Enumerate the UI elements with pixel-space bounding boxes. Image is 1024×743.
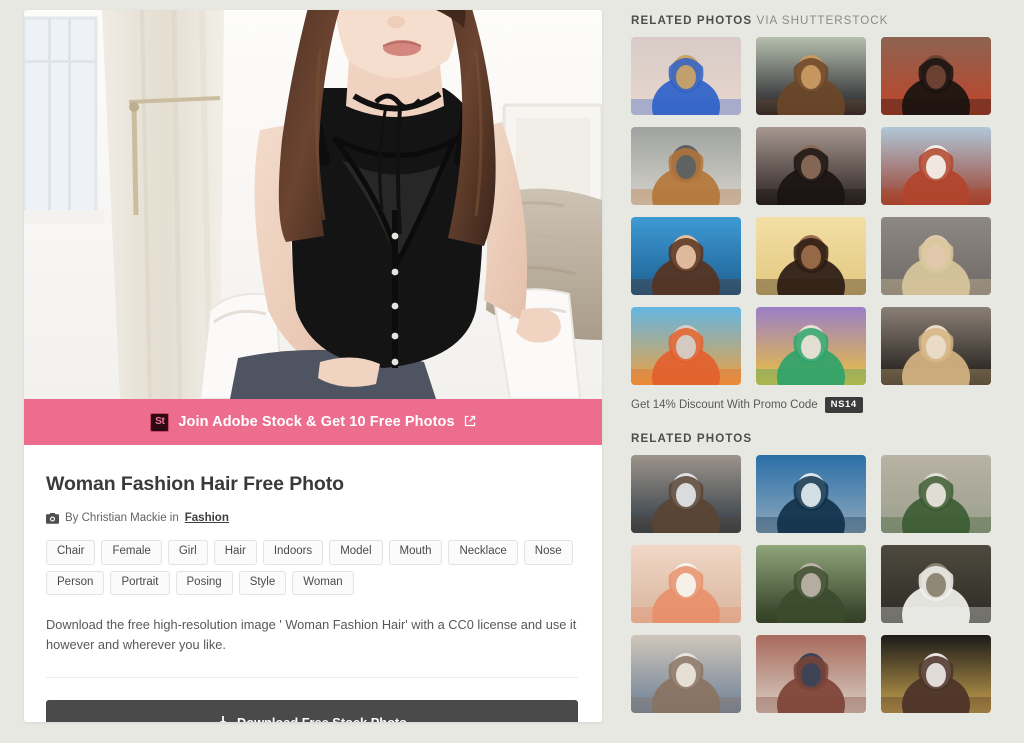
section-divider xyxy=(46,676,578,678)
thumb-blonde-blue-beret-sunglasses[interactable] xyxy=(631,37,741,115)
photo-detail-body: Woman Fashion Hair Free Photo By Christi… xyxy=(24,445,602,722)
thumb-child-sleeping-in-bed-image xyxy=(631,634,741,713)
thumb-afro-woman-black-top-image xyxy=(756,127,866,205)
tag-indoors[interactable]: Indoors xyxy=(262,540,324,565)
download-button-label: Download Free Stock Photo xyxy=(237,715,407,722)
thumb-coffee-cup-by-window-image xyxy=(631,544,741,623)
thumb-woman-on-porch-stairs[interactable] xyxy=(881,454,991,533)
thumb-woman-sitting-park-path-image xyxy=(756,544,866,623)
tag-person[interactable]: Person xyxy=(46,570,105,595)
thumb-woman-on-porch-stairs-image xyxy=(881,454,991,533)
camera-icon xyxy=(46,512,59,524)
hero-photo-illustration xyxy=(24,10,602,399)
tag-portrait[interactable]: Portrait xyxy=(110,570,170,595)
promo-code-badge[interactable]: NS14 xyxy=(824,397,863,413)
thumb-white-egret-on-branch-image xyxy=(881,544,991,623)
tag-posing[interactable]: Posing xyxy=(175,570,233,595)
download-icon xyxy=(217,715,229,722)
photo-description: Download the free high-resolution image … xyxy=(46,617,577,652)
thumb-brunette-blue-background[interactable] xyxy=(631,217,741,295)
related-thumb-grid xyxy=(631,454,1001,713)
thumb-three-women-purple-bg[interactable] xyxy=(756,307,866,385)
tag-woman[interactable]: Woman xyxy=(292,570,354,595)
thumb-street-style-tan-coat-image xyxy=(631,127,741,205)
thumb-red-hat-white-lace-blouse-image xyxy=(881,127,991,205)
download-button[interactable]: Download Free Stock Photo xyxy=(46,699,578,722)
page-title: Woman Fashion Hair Free Photo xyxy=(46,473,344,495)
tag-nose[interactable]: Nose xyxy=(523,540,573,565)
adobe-stock-promo-banner[interactable]: St Join Adobe Stock & Get 10 Free Photos xyxy=(24,399,602,445)
thumb-two-women-orange-blue[interactable] xyxy=(631,307,741,385)
thumb-blonde-gray-background[interactable] xyxy=(881,217,991,295)
byline: By Christian Mackie in Fashion xyxy=(46,512,580,524)
tag-girl[interactable]: Girl xyxy=(167,540,208,565)
shutterstock-section-heading: RELATED PHOTOS VIA SHUTTERSTOCK xyxy=(631,14,1001,27)
sidebar: RELATED PHOTOS VIA SHUTTERSTOCK Get 14% … xyxy=(631,14,1001,713)
thumb-long-wavy-brown-hair-model[interactable] xyxy=(756,37,866,115)
thumb-afro-yellow-background-image xyxy=(756,217,866,295)
hero-photo[interactable] xyxy=(24,10,602,399)
shutterstock-heading-main: RELATED PHOTOS xyxy=(631,14,753,27)
thumb-two-women-orange-blue-image xyxy=(631,307,741,385)
thumb-long-blonde-hair-black-top[interactable] xyxy=(881,307,991,385)
thumb-afro-yellow-background[interactable] xyxy=(756,217,866,295)
shutterstock-promo-line: Get 14% Discount With Promo Code NS14 xyxy=(631,397,1001,413)
thumb-curly-black-hair-red-top-image xyxy=(881,37,991,115)
thumb-blonde-blue-beret-sunglasses-image xyxy=(631,37,741,115)
related-section: RELATED PHOTOS xyxy=(631,432,1001,713)
thumb-street-style-tan-coat[interactable] xyxy=(631,127,741,205)
thumb-woman-by-brick-wall[interactable] xyxy=(756,634,866,713)
thumb-child-sleeping-in-bed[interactable] xyxy=(631,634,741,713)
tag-list: Chair Female Girl Hair Indoors Model Mou… xyxy=(46,540,578,595)
thumb-long-wavy-brown-hair-model-image xyxy=(756,37,866,115)
thumb-woman-curly-hair-dark-bg-image xyxy=(881,634,991,713)
thumb-woman-sitting-park-path[interactable] xyxy=(756,544,866,623)
thumb-brunette-blue-background-image xyxy=(631,217,741,295)
thumb-red-hat-white-lace-blouse[interactable] xyxy=(881,127,991,205)
related-section-heading: RELATED PHOTOS xyxy=(631,431,753,445)
thumb-woman-curly-hair-dark-bg[interactable] xyxy=(881,634,991,713)
thumb-woman-by-brick-wall-image xyxy=(756,634,866,713)
thumb-long-blonde-hair-black-top-image xyxy=(881,307,991,385)
shutterstock-promo-text: Get 14% Discount With Promo Code xyxy=(631,398,818,411)
thumb-afro-woman-black-top[interactable] xyxy=(756,127,866,205)
tag-necklace[interactable]: Necklace xyxy=(448,540,518,565)
adobe-stock-promo-label: Join Adobe Stock & Get 10 Free Photos xyxy=(178,414,455,430)
adobe-stock-logo: St xyxy=(150,412,170,432)
thumb-three-women-purple-bg-image xyxy=(756,307,866,385)
external-link-icon xyxy=(464,415,476,429)
byline-category-link[interactable]: Fashion xyxy=(185,512,229,524)
thumb-hiker-above-clouds[interactable] xyxy=(756,454,866,533)
page-root: St Join Adobe Stock & Get 10 Free Photos… xyxy=(0,0,1024,743)
byline-text: By Christian Mackie in xyxy=(65,512,179,524)
shutterstock-thumb-grid xyxy=(631,37,1001,385)
tag-female[interactable]: Female xyxy=(101,540,162,565)
tag-model[interactable]: Model xyxy=(329,540,383,565)
thumb-man-drinking-coffee-image xyxy=(631,454,741,533)
photo-detail-card: St Join Adobe Stock & Get 10 Free Photos… xyxy=(24,10,602,722)
thumb-blonde-gray-background-image xyxy=(881,217,991,295)
thumb-white-egret-on-branch[interactable] xyxy=(881,544,991,623)
tag-chair[interactable]: Chair xyxy=(46,540,96,565)
tag-mouth[interactable]: Mouth xyxy=(388,540,443,565)
thumb-hiker-above-clouds-image xyxy=(756,454,866,533)
thumb-man-drinking-coffee[interactable] xyxy=(631,454,741,533)
shutterstock-heading-sub: VIA SHUTTERSTOCK xyxy=(756,14,889,27)
tag-hair[interactable]: Hair xyxy=(213,540,257,565)
thumb-coffee-cup-by-window[interactable] xyxy=(631,544,741,623)
thumb-curly-black-hair-red-top[interactable] xyxy=(881,37,991,115)
tag-style[interactable]: Style xyxy=(238,570,287,595)
